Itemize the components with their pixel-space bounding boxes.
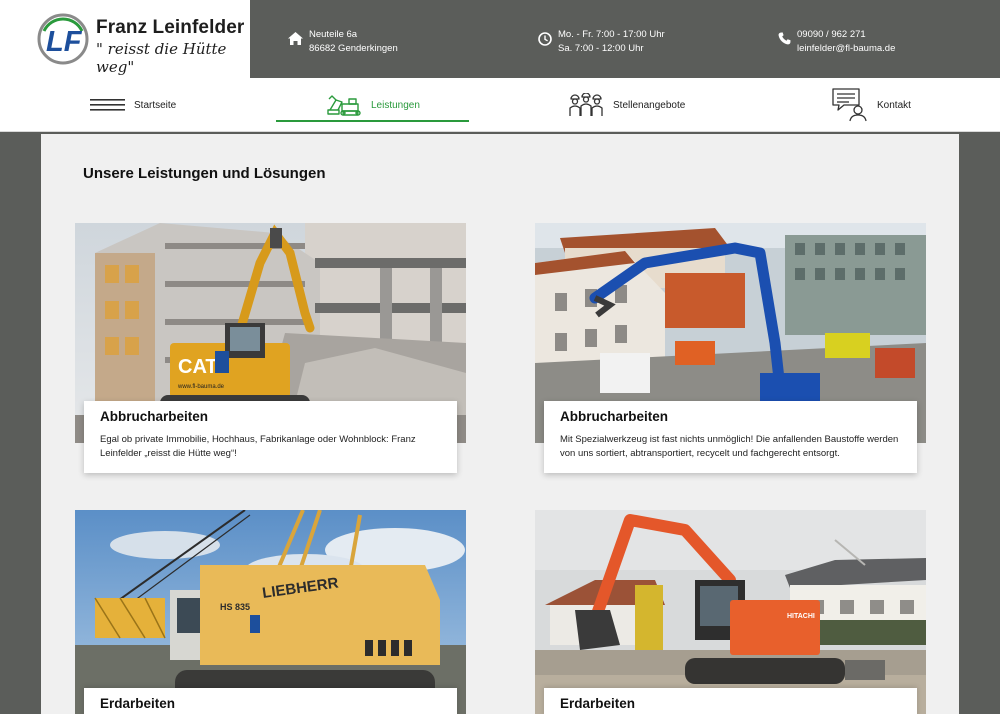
- nav-item-stellenangebote[interactable]: Stellenangebote: [568, 78, 685, 132]
- card-text: Mit Spezialwerkzeug ist fast nichts unmö…: [560, 434, 899, 459]
- brand-slogan: " reisst die Hütte weg": [96, 40, 227, 76]
- hours-line-1: Mo. - Fr. 7:00 - 17:00 Uhr: [558, 29, 665, 40]
- card-image-crane[interactable]: LIEBHERR HS 835: [75, 510, 466, 714]
- active-nav-indicator: [276, 120, 469, 122]
- logo-letters: LF: [46, 26, 83, 58]
- nav-label-stellenangebote: Stellenangebote: [613, 99, 686, 111]
- page-title: Unsere Leistungen und Lösungen: [83, 165, 326, 182]
- nav-item-leistungen[interactable]: Leistungen: [327, 78, 420, 132]
- machine-brand-cat: CAT: [178, 356, 218, 378]
- contact-info: 09090 / 962 271 leinfelder@fl-bauma.de: [778, 28, 895, 56]
- nav-item-startseite[interactable]: Startseite: [90, 78, 176, 132]
- card-text: Egal ob private Immobilie, Hochhaus, Fab…: [100, 434, 416, 459]
- service-card-earthworks-excavator[interactable]: Erdarbeiten: [544, 688, 917, 714]
- logo-mark-icon: LF: [37, 13, 89, 65]
- excavator-icon: [327, 95, 361, 116]
- service-card-demolition[interactable]: Abbrucharbeiten Egal ob private Immobili…: [84, 401, 457, 473]
- phone-icon: [778, 32, 791, 45]
- logo[interactable]: LF Franz Leinfelder " reisst die Hütte w…: [0, 0, 250, 78]
- card-title: Abbrucharbeiten: [560, 409, 669, 424]
- nav-item-kontakt[interactable]: Kontakt: [832, 78, 911, 132]
- nav-label-kontakt: Kontakt: [877, 99, 911, 111]
- workers-icon: [569, 93, 603, 116]
- email-link[interactable]: leinfelder@fl-bauma.de: [797, 42, 895, 56]
- card-title: Erdarbeiten: [100, 696, 176, 711]
- address-info: Neuteile 6a 86682 Genderkingen: [288, 28, 398, 56]
- machine-site-label: www.fl-bauma.de: [177, 384, 225, 390]
- machine-brand-hitachi: HITACHI: [787, 613, 815, 620]
- address-line-1: Neuteile 6a: [309, 29, 358, 40]
- phone-number[interactable]: 09090 / 962 271: [797, 28, 895, 42]
- address-line-2: 86682 Genderkingen: [309, 43, 398, 54]
- hours-info: Mo. - Fr. 7:00 - 17:00 Uhr Sa. 7:00 - 12…: [538, 28, 665, 56]
- nav-label-startseite: Startseite: [134, 99, 177, 111]
- home-icon: [288, 32, 303, 45]
- machine-model-label: HS 835: [220, 602, 250, 612]
- clock-icon: [538, 32, 552, 46]
- card-title: Erdarbeiten: [560, 696, 636, 711]
- card-title: Abbrucharbeiten: [100, 409, 209, 424]
- nav-label-leistungen: Leistungen: [371, 99, 420, 111]
- service-card-special-demolition[interactable]: Abbrucharbeiten Mit Spezialwerkzeug ist …: [544, 401, 917, 473]
- card-image-excavator[interactable]: HITACHI: [535, 510, 926, 714]
- hours-line-2: Sa. 7:00 - 12:00 Uhr: [558, 43, 644, 54]
- brand-name: Franz Leinfelder: [96, 17, 245, 38]
- service-card-earthworks-crane[interactable]: Erdarbeiten: [84, 688, 457, 714]
- hamburger-menu-icon: [90, 99, 125, 111]
- chat-person-icon: [832, 88, 867, 122]
